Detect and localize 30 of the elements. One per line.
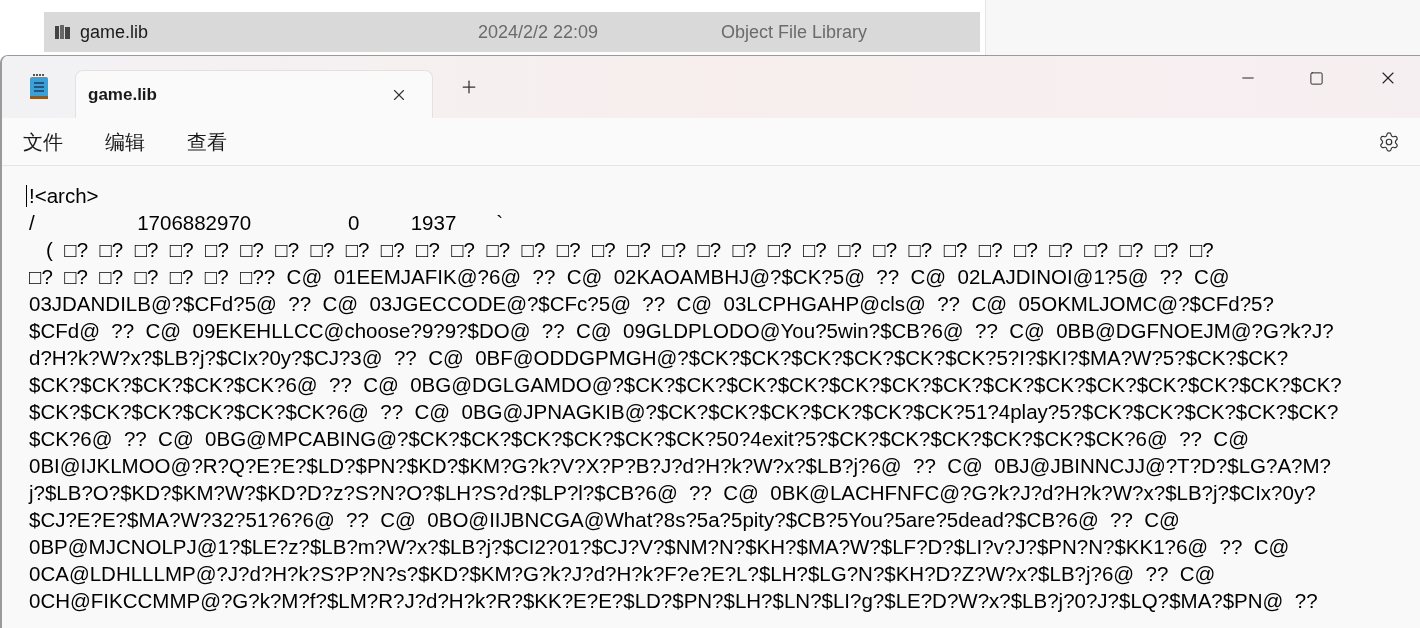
- text-line: !<arch>: [29, 183, 99, 209]
- text-line: / 1706882970 0 1937 `: [29, 210, 503, 236]
- settings-icon[interactable]: [1378, 130, 1400, 153]
- text-line: □? □? □? □? □? □? □?? C@ 01EEMJAFIK@?6@ ?? C@ 02KAOAMBHJ@?$CK?5@ ?? C@ 02LAJDINOI@1?5@ ?? C@: [29, 264, 1230, 290]
- text-line: ( □? □? □? □? □? □? □? □? □? □? □? □? □? □? □? □? □? □? □? □? □? □? □? □? □? □? □? □? □? □? □? □? □?: [45, 237, 1214, 263]
- text-cursor: [26, 185, 27, 207]
- file-date: 2024/2/2 22:09: [478, 20, 600, 44]
- text-line: d?H?k?W?x?$LB?j?$CIx?0y?$CJ?3@ ?? C@ 0BF@ODDGPMGH@?$CK?$CK?$CK?$CK?$CK?$CK?5?I?$KI?$MA?W?5?$CK?$CK?: [29, 345, 1289, 371]
- text-line: 03JDANDILB@?$CFd?5@ ?? C@ 03JGECCODE@?$CFc?5@ ?? C@ 03LCPHGAHP@cls@ ?? C@ 05OKMLJOMC@?$CFd?5?: [29, 291, 1274, 317]
- text-line: 0BP@MJCNOLPJ@1?$LE?z?$LB?m?W?x?$LB?j?$CI2?01?$CJ?V?$NM?N?$KH?$MA?W?$LF?D?$LI?v?J?$PN?N?$KK1?6@ ?? C@: [29, 534, 1290, 560]
- text-editor[interactable]: [2, 166, 1420, 628]
- text-line: j?$LB?O?$KD?$KM?W?$KD?D?z?S?N?O?$LH?S?d?$LP?l?$CB?6@ ?? C@ 0BK@LACHFNFC@?G?k?J?d?H?k?W?x?$LB?j?$CIx?0y?: [29, 480, 1316, 506]
- library-icon: [54, 24, 72, 40]
- text-line: $CFd@ ?? C@ 09EKEHLLCC@choose?9?9?$DO@ ?? C@ 09GLDPLODO@You?5win?$CB?6@ ?? C@ 0BB@DGFNOEJM@?G?k?J?: [29, 318, 1334, 344]
- text-line: $CK?6@ ?? C@ 0BG@MPCABING@?$CK?$CK?$CK?$CK?$CK?$CK?50?4exit?5?$CK?$CK?$CK?$CK?$CK?$CK?6@ ?? C@: [29, 426, 1249, 452]
- text-line: 0CA@LDHLLLMP@?J?d?H?k?S?P?N?s?$KD?$KM?G?k?J?d?H?k?F?e?E?L?$LH?$LG?N?$KH?D?Z?W?x?$LB?j?6@ ?? C@: [29, 561, 1216, 587]
- menu-item[interactable]: 查看: [187, 126, 227, 157]
- file-row[interactable]: game.lib 2024/2/2 22:09 Object File Library: [44, 12, 980, 52]
- menu-item[interactable]: 编辑: [105, 126, 145, 157]
- maximize-icon[interactable]: [1309, 70, 1324, 86]
- notepad-icon: [29, 74, 49, 100]
- text-line: 0BI@IJKLMOO@?R?Q?E?E?$LD?$PN?$KD?$KM?G?k?V?X?P?B?J?d?H?k?W?x?$LB?j?6@ ?? C@ 0BJ@JBINNCJJ@?T?D?$LG?A?M?: [29, 453, 1331, 479]
- file-type: Object File Library: [721, 20, 868, 44]
- text-line: $CJ?E?E?$MA?W?32?51?6?6@ ?? C@ 0BO@IIJBNCGA@What?8s?5a?5pity?$CB?5You?5are?5dead?$CB?6@ ?? C@: [29, 507, 1180, 533]
- text-line: $CK?$CK?$CK?$CK?$CK?$CK?6@ ?? C@ 0BG@JPNAGKIB@?$CK?$CK?$CK?$CK?$CK?$CK?51?4play?5?$CK?$CK?$CK?$CK?$CK?: [29, 399, 1339, 425]
- file-name: game.lib: [80, 20, 150, 44]
- text-line: $CK?$CK?$CK?$CK?$CK?6@ ?? C@ 0BG@DGLGAMDO@?$CK?$CK?$CK?$CK?$CK?$CK?$CK?$CK?$CK?$CK?$CK?$CK?$CK?$CK?: [29, 372, 1342, 398]
- file-tab[interactable]: game.lib: [75, 70, 433, 118]
- text-line: 0CH@FIKCCMMP@?G?k?M?f?$LM?R?J?d?H?k?R?$KK?E?E?$LD?$PN?$LH?$LN?$LI?g?$LE?D?W?x?$LB?j?0?J?$LQ?$MA?$PN@ ??: [29, 588, 1318, 614]
- menu-item[interactable]: 文件: [23, 126, 63, 157]
